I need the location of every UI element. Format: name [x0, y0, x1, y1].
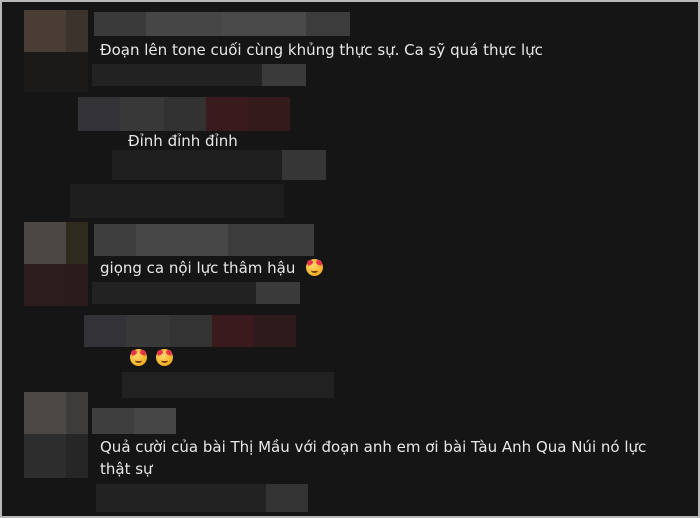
reply-username-blurred[interactable]: [84, 315, 296, 347]
comment-text-label: giọng ca nội lực thâm hậu: [100, 259, 296, 277]
comment-text: giọng ca nội lực thâm hậu: [100, 257, 324, 279]
username-blurred[interactable]: [94, 12, 350, 36]
comment-text: Đoạn lên tone cuối cùng khủng thực sự. C…: [100, 41, 543, 59]
reply-emoji-row: [130, 347, 173, 369]
smiling-face-with-hearts-icon: [130, 349, 147, 366]
reply-meta-blurred[interactable]: [112, 150, 326, 180]
reply-username-blurred[interactable]: [78, 97, 290, 131]
comment-text: Quả cười của bài Thị Mầu với đoạn anh em…: [100, 438, 647, 478]
comment-meta-blurred[interactable]: [96, 484, 308, 512]
comment-thread: Đoạn lên tone cuối cùng khủng thực sự. C…: [0, 0, 700, 518]
username-blurred[interactable]: [94, 224, 314, 256]
smiling-face-with-hearts-icon: [306, 259, 324, 276]
reply-meta-blurred[interactable]: [122, 372, 334, 398]
smiling-face-with-hearts-icon: [155, 349, 173, 366]
comment-meta-blurred[interactable]: [92, 282, 300, 304]
username-blurred[interactable]: [92, 408, 176, 434]
reply-text: Đỉnh đỉnh đỉnh: [128, 132, 238, 150]
avatar[interactable]: [24, 10, 88, 52]
avatar-shadow: [24, 52, 88, 92]
comment-meta-blurred[interactable]: [92, 64, 306, 86]
avatar[interactable]: [24, 392, 88, 478]
avatar[interactable]: [24, 222, 88, 306]
reply-footer-blurred: [70, 184, 284, 218]
